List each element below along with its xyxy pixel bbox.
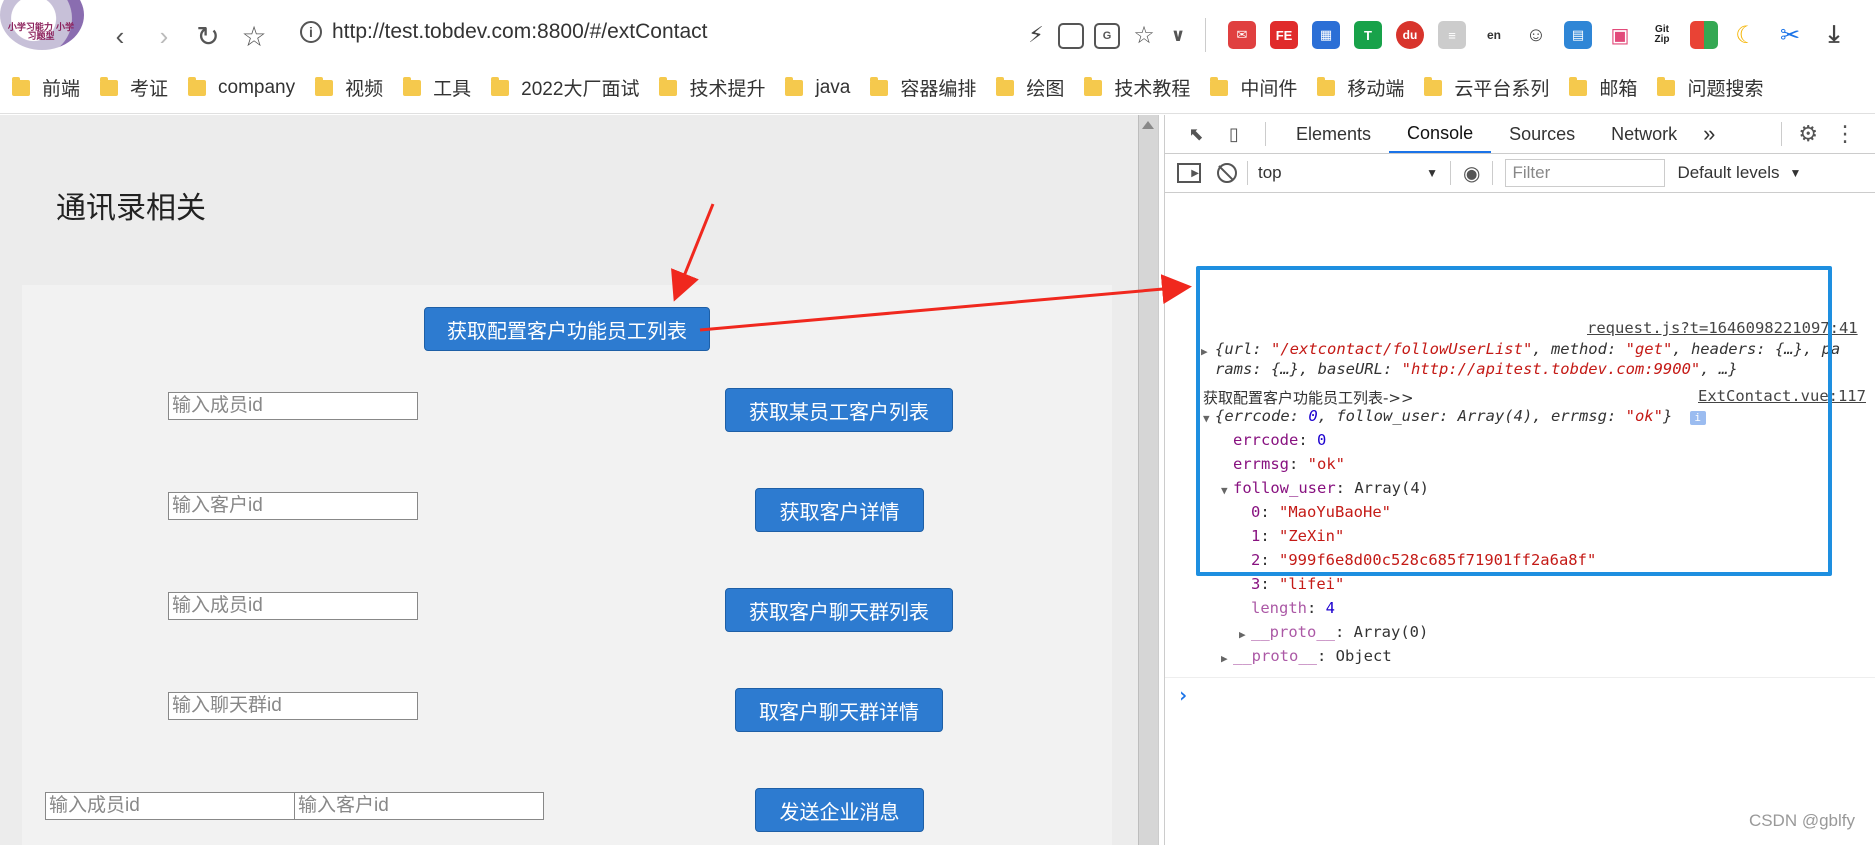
arrow-to-console — [699, 274, 1192, 332]
watermark: CSDN @gblfy — [1748, 811, 1855, 830]
arrow-to-button — [671, 203, 715, 302]
annotation-arrows — [671, 203, 1192, 332]
